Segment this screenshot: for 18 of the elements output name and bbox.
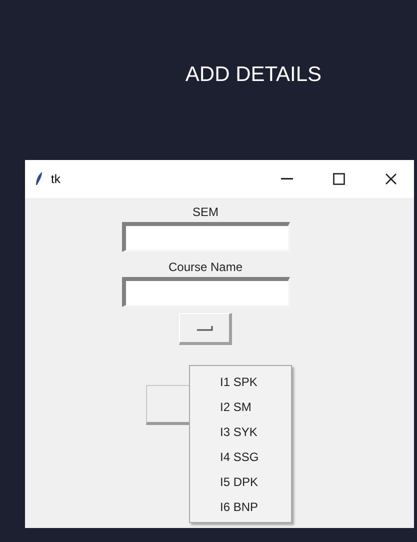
menu-item[interactable]: I2 SM bbox=[190, 394, 291, 419]
minimize-icon bbox=[281, 178, 293, 180]
field-label: Course Name bbox=[168, 259, 243, 276]
menu-item[interactable]: I3 SYK bbox=[190, 419, 291, 444]
maximize-icon bbox=[333, 173, 345, 185]
menu-item[interactable]: I6 BNP bbox=[190, 494, 291, 519]
menu-item[interactable]: I5 DPK bbox=[190, 469, 291, 494]
feather-icon bbox=[35, 172, 43, 186]
field-label: SEM bbox=[192, 204, 218, 221]
menu-item[interactable]: I4 SSG bbox=[190, 444, 291, 469]
window-title: tk bbox=[51, 171, 60, 188]
indicator-icon bbox=[196, 326, 212, 330]
page-heading: ADD DETAILS bbox=[185, 62, 322, 88]
close-icon bbox=[385, 173, 397, 185]
menu-item[interactable]: I1 SPK bbox=[190, 369, 291, 394]
text-field[interactable] bbox=[122, 222, 290, 252]
text-field[interactable] bbox=[122, 277, 290, 307]
option-menu-button[interactable] bbox=[179, 313, 232, 345]
